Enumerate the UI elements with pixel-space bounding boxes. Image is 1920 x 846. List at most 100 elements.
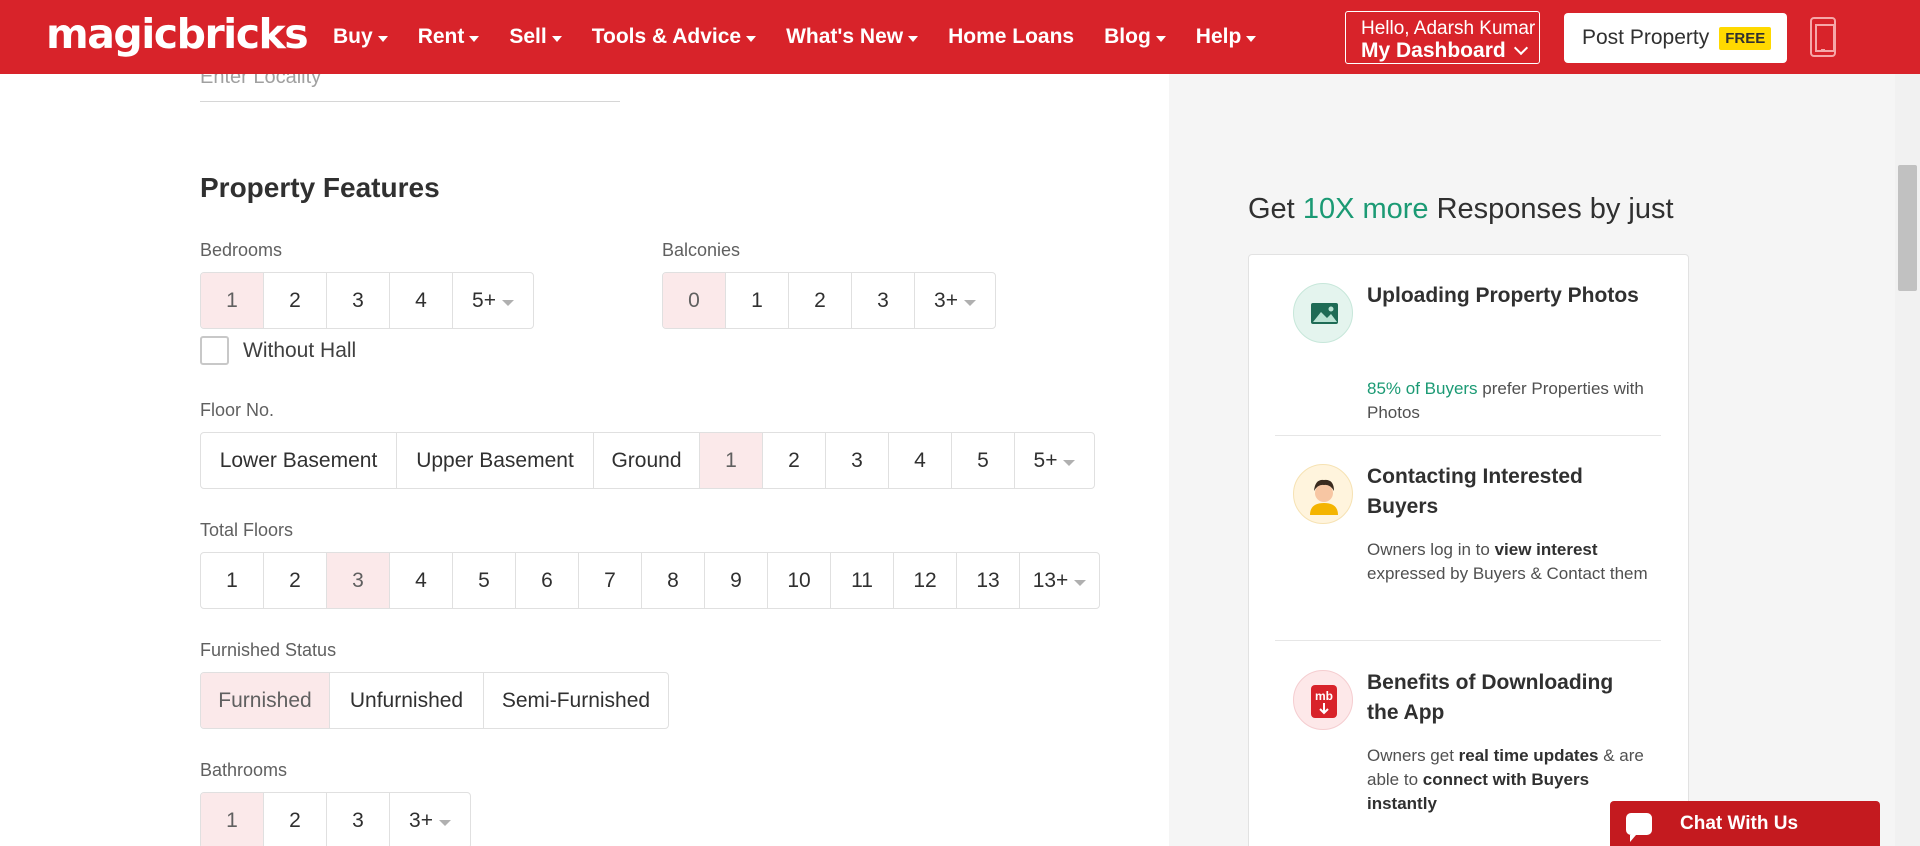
caret-down-icon <box>551 35 562 42</box>
chat-bubble-icon <box>1626 812 1652 842</box>
nav-home-loans[interactable]: Home Loans <box>948 25 1074 49</box>
balconies-option[interactable]: 0 <box>663 273 726 328</box>
feature-description: 85% of Buyers prefer Properties with Pho… <box>1367 379 1644 422</box>
floor-option[interactable]: 4 <box>889 433 952 488</box>
page-scrollbar[interactable] <box>1895 0 1920 846</box>
nav-whats-new[interactable]: What's New <box>786 25 919 49</box>
furnished-status-selector: Furnished Unfurnished Semi-Furnished <box>200 672 669 729</box>
total-floors-option[interactable]: 10 <box>768 553 831 608</box>
divider <box>1275 435 1661 436</box>
nav-tools-advice[interactable]: Tools & Advice <box>592 25 757 49</box>
caret-down-icon <box>908 35 919 42</box>
floor-option[interactable]: 2 <box>763 433 826 488</box>
bathrooms-selector: 1 2 3 3+ <box>200 792 471 846</box>
total-floors-option[interactable]: 2 <box>264 553 327 608</box>
bedrooms-option[interactable]: 3 <box>327 273 390 328</box>
total-floors-option[interactable]: 9 <box>705 553 768 608</box>
furnished-option[interactable]: Furnished <box>201 673 330 728</box>
bathrooms-option[interactable]: 2 <box>264 793 327 846</box>
free-badge: FREE <box>1719 26 1772 50</box>
nav-buy[interactable]: Buy <box>333 25 388 49</box>
app-download-icon: mb <box>1293 670 1353 730</box>
floor-no-label: Floor No. <box>200 400 275 420</box>
balconies-option[interactable]: 3 <box>852 273 915 328</box>
feature-upload-photos: Uploading Property Photos 85% of Buyers … <box>1293 281 1663 422</box>
feature-title: Uploading Property Photos <box>1367 284 1639 307</box>
floor-option[interactable]: 5 <box>952 433 1015 488</box>
total-floors-more-dropdown[interactable]: 13+ <box>1020 553 1099 608</box>
total-floors-option[interactable]: 6 <box>516 553 579 608</box>
caret-down-icon <box>1074 579 1087 586</box>
floor-option[interactable]: Lower Basement <box>201 433 397 488</box>
floor-option[interactable]: Ground <box>594 433 700 488</box>
without-hall-checkbox[interactable]: Without Hall <box>200 336 356 365</box>
mobile-app-icon[interactable] <box>1810 17 1836 57</box>
nav-sell[interactable]: Sell <box>509 25 562 49</box>
scrollbar-thumb[interactable] <box>1898 165 1917 291</box>
bedrooms-option[interactable]: 4 <box>390 273 453 328</box>
floor-option[interactable]: 3 <box>826 433 889 488</box>
chat-with-us-button[interactable]: Chat With Us <box>1610 801 1880 846</box>
furnished-option[interactable]: Semi-Furnished <box>484 673 668 728</box>
nav-help[interactable]: Help <box>1196 25 1257 49</box>
nav-rent[interactable]: Rent <box>418 25 480 49</box>
caret-down-icon <box>1155 35 1166 42</box>
bathrooms-option[interactable]: 1 <box>201 793 264 846</box>
photo-upload-icon <box>1293 283 1353 343</box>
buyer-avatar-icon <box>1293 464 1353 524</box>
without-hall-label: Without Hall <box>243 338 357 362</box>
furnished-option[interactable]: Unfurnished <box>330 673 484 728</box>
caret-down-icon <box>438 819 451 826</box>
feature-description: Owners log in to view interest expressed… <box>1367 540 1648 583</box>
floor-option[interactable]: 1 <box>700 433 763 488</box>
bedrooms-more-dropdown[interactable]: 5+ <box>453 273 533 328</box>
promo-title: Get 10X more Responses by just <box>1248 193 1674 225</box>
total-floors-option[interactable]: 1 <box>201 553 264 608</box>
floor-no-selector: Lower Basement Upper Basement Ground 1 2… <box>200 432 1095 489</box>
post-property-button[interactable]: Post Property FREE <box>1564 13 1787 63</box>
site-header: magicbricks Buy Rent Sell Tools & Advice… <box>0 0 1920 74</box>
caret-down-icon <box>746 35 757 42</box>
dashboard-label: My Dashboard <box>1361 39 1506 62</box>
magicbricks-logo[interactable]: magicbricks <box>46 10 309 58</box>
bathrooms-more-dropdown[interactable]: 3+ <box>390 793 470 846</box>
nav-blog[interactable]: Blog <box>1104 25 1166 49</box>
total-floors-option[interactable]: 7 <box>579 553 642 608</box>
caret-down-icon <box>469 35 480 42</box>
balconies-selector: 0 1 2 3 3+ <box>662 272 996 329</box>
bedrooms-selector: 1 2 3 4 5+ <box>200 272 534 329</box>
floor-option[interactable]: Upper Basement <box>397 433 594 488</box>
total-floors-option[interactable]: 5 <box>453 553 516 608</box>
balconies-more-dropdown[interactable]: 3+ <box>915 273 995 328</box>
dashboard-menu[interactable]: Hello, Adarsh Kumar My Dashboard <box>1345 11 1540 64</box>
total-floors-option[interactable]: 11 <box>831 553 894 608</box>
floor-more-dropdown[interactable]: 5+ <box>1015 433 1094 488</box>
divider <box>1275 640 1661 641</box>
chevron-down-icon <box>1513 40 1528 56</box>
total-floors-option[interactable]: 8 <box>642 553 705 608</box>
caret-down-icon <box>501 299 514 306</box>
total-floors-option[interactable]: 4 <box>390 553 453 608</box>
checkbox[interactable] <box>200 336 229 365</box>
mb-app-mark: mb <box>1315 689 1333 703</box>
balconies-option[interactable]: 2 <box>789 273 852 328</box>
furnished-status-label: Furnished Status <box>200 640 337 660</box>
main-nav: Buy Rent Sell Tools & Advice What's New … <box>333 0 1286 74</box>
caret-down-icon <box>1063 459 1076 466</box>
total-floors-option[interactable]: 12 <box>894 553 957 608</box>
bathrooms-option[interactable]: 3 <box>327 793 390 846</box>
feature-contact-buyers: Contacting Interested Buyers Owners log … <box>1293 462 1663 612</box>
total-floors-label: Total Floors <box>200 520 294 540</box>
balconies-label: Balconies <box>662 240 741 260</box>
balconies-option[interactable]: 1 <box>726 273 789 328</box>
total-floors-option[interactable]: 13 <box>957 553 1020 608</box>
bedrooms-option[interactable]: 2 <box>264 273 327 328</box>
bathrooms-label: Bathrooms <box>200 760 288 780</box>
total-floors-option[interactable]: 3 <box>327 553 390 608</box>
caret-down-icon <box>963 299 976 306</box>
user-greeting: Hello, Adarsh Kumar <box>1361 18 1536 39</box>
feature-title: Contacting Interested Buyers <box>1367 465 1583 518</box>
bedrooms-option[interactable]: 1 <box>201 273 264 328</box>
bedrooms-label: Bedrooms <box>200 240 283 260</box>
total-floors-selector: 1 2 3 4 5 6 7 8 9 10 11 12 13 13+ <box>200 552 1100 609</box>
